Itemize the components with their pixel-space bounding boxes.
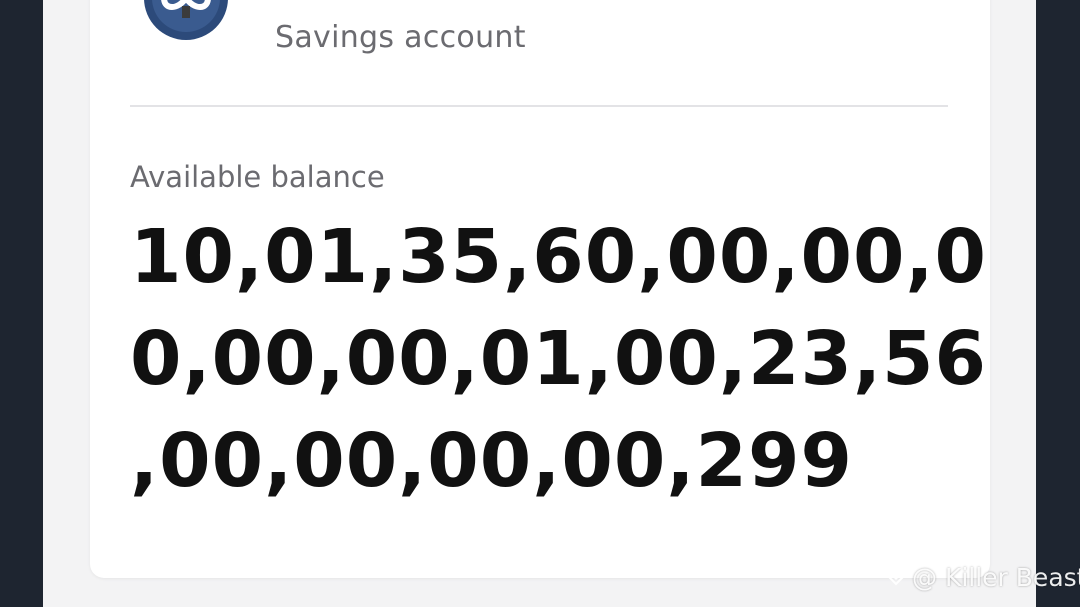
bank-logo-icon xyxy=(144,0,228,40)
divider xyxy=(130,105,948,107)
account-card[interactable]: Savings account Available balance 10,01,… xyxy=(90,0,990,578)
balance-amount-line: 10,01,35,60,00,00,0 xyxy=(130,214,988,300)
watermark: @ Killer Beast xyxy=(884,562,1080,592)
diamond-icon xyxy=(884,562,908,592)
balance-amount-line: 0,00,00,01,00,23,56 xyxy=(130,316,988,402)
screen-background: Savings account Available balance 10,01,… xyxy=(43,0,1036,607)
balance-amount: 10,01,35,60,00,00,0 0,00,00,01,00,23,56 … xyxy=(130,206,988,512)
balance-amount-line: ,00,00,00,00,299 xyxy=(130,418,853,504)
available-balance-label: Available balance xyxy=(130,160,385,194)
app-viewport: Savings account Available balance 10,01,… xyxy=(0,0,1080,607)
watermark-text: @ Killer Beast xyxy=(912,562,1080,592)
account-type-label: Savings account xyxy=(275,20,526,55)
